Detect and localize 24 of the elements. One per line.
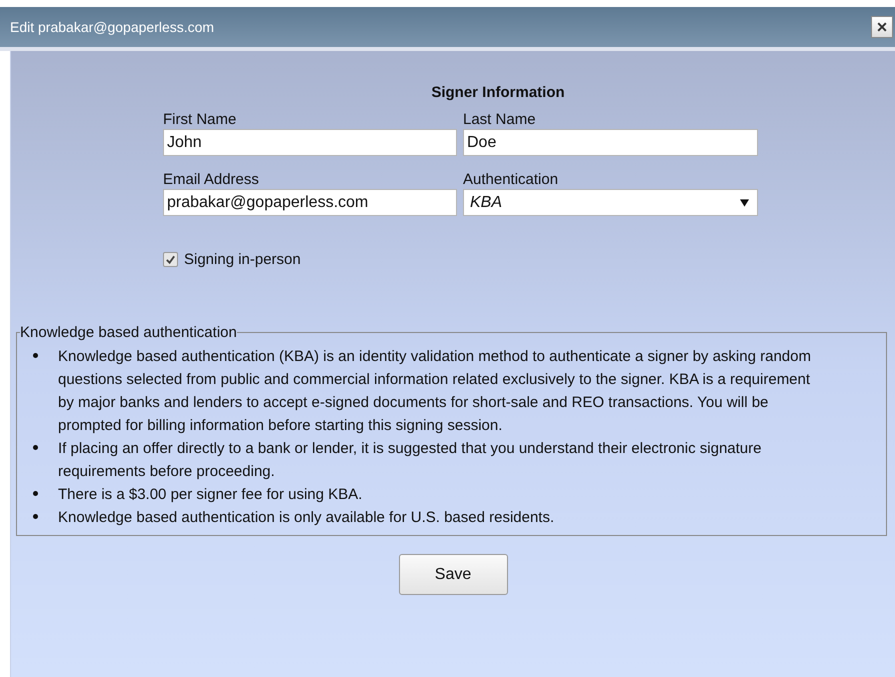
input-field[interactable]: prabakar@gopaperless.com bbox=[163, 189, 457, 216]
bullet-icon bbox=[33, 514, 38, 519]
caret-icon bbox=[740, 198, 749, 206]
close-button[interactable]: × bbox=[871, 16, 893, 38]
bullet-icon bbox=[33, 353, 38, 358]
authentication-dropdown[interactable]: KBA bbox=[463, 189, 758, 216]
input-field[interactable]: Doe bbox=[463, 129, 758, 156]
section-title: Signer Information bbox=[430, 84, 566, 101]
panel-legend: Knowledge based authentication bbox=[20, 324, 237, 341]
field-label: Last Name bbox=[463, 112, 537, 128]
input-field[interactable]: John bbox=[163, 129, 457, 156]
bullet-icon bbox=[33, 445, 38, 450]
field-label: Authentication bbox=[463, 172, 560, 188]
checkbox[interactable] bbox=[163, 252, 178, 267]
window-title: Edit prabakar@gopaperless.com bbox=[10, 19, 214, 35]
info-text: There is a $3.00 per signer fee for using KBA. bbox=[58, 485, 362, 505]
field-label: Email Address bbox=[163, 172, 260, 188]
checkbox-label: Signing in-person bbox=[184, 251, 301, 268]
info-text: Knowledge based authentication (KBA) is an identity validation method to authenticate a signer by asking random questions selected from public and commercial information related exclusively to the signer. KBA is a requirement by major banks and lenders to accept e-signed documents for short-sale and REO transactions. You will be prompted for billing information before starting this signing session. bbox=[58, 347, 812, 436]
save-button[interactable]: Save bbox=[398, 554, 508, 595]
info-text: If placing an offer directly to a bank or lender, it is suggested that you understand their electronic signature requirements before proceeding. bbox=[58, 439, 762, 482]
bullet-icon bbox=[33, 491, 38, 496]
info-text: Knowledge based authentication is only available for U.S. based residents. bbox=[58, 508, 554, 528]
field-label: First Name bbox=[163, 112, 238, 128]
